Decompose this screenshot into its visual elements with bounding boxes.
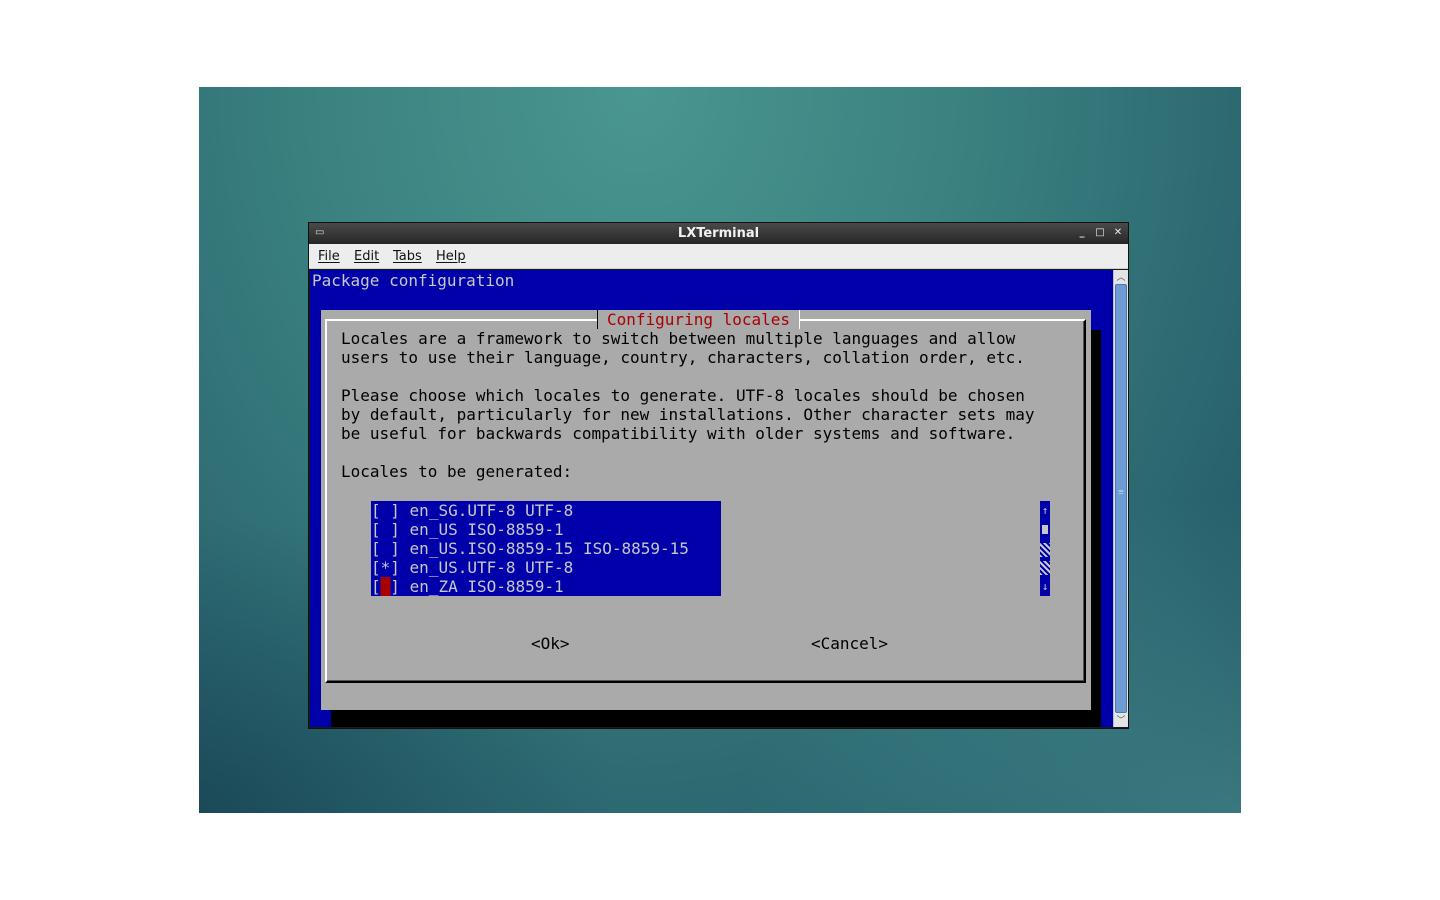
minimize-button[interactable]: _ xyxy=(1075,226,1089,240)
description-line: users to use their language, country, ch… xyxy=(341,348,1025,367)
title-bar[interactable]: ▭ LXTerminal _ □ ✕ xyxy=(309,223,1128,244)
description-line: Please choose which locales to generate.… xyxy=(341,386,1025,405)
description-line: Locales are a framework to switch betwee… xyxy=(341,329,1016,348)
lxterminal-window: ▭ LXTerminal _ □ ✕ File Edit Tabs Help P… xyxy=(308,222,1129,729)
terminal-scrollbar[interactable]: ︿ ≡ ﹀ xyxy=(1113,270,1128,727)
menu-file[interactable]: File xyxy=(318,249,340,264)
chevron-down-icon[interactable]: ﹀ xyxy=(1114,713,1128,727)
locale-item-selected[interactable]: [█] en_ZA ISO-8859-1 xyxy=(371,577,564,596)
locale-item[interactable]: [ ] en_SG.UTF-8 UTF-8 xyxy=(371,501,573,520)
dialog-shadow xyxy=(331,710,1101,727)
dialog-shadow xyxy=(1090,330,1101,710)
window-title: LXTerminal xyxy=(677,226,760,241)
locale-label: en_US ISO-8859-1 xyxy=(409,520,564,539)
maximize-button[interactable]: □ xyxy=(1093,226,1107,240)
description-line: be useful for backwards compatibility wi… xyxy=(341,424,1016,443)
menu-help[interactable]: Help xyxy=(436,249,466,264)
terminal-area[interactable]: Package configuration Configuring locale… xyxy=(310,270,1113,727)
locale-list-scrollbar[interactable]: ↑ ↓ xyxy=(1040,501,1050,596)
arrow-down-icon[interactable]: ↓ xyxy=(1040,577,1050,596)
text-cursor: █ xyxy=(380,577,391,596)
locale-label: en_ZA ISO-8859-1 xyxy=(409,577,564,596)
locale-checkbox[interactable]: [ ] xyxy=(371,501,400,520)
menu-edit[interactable]: Edit xyxy=(354,249,379,264)
scroll-position-marker xyxy=(1042,525,1048,534)
close-button[interactable]: ✕ xyxy=(1111,226,1125,240)
chevron-up-icon[interactable]: ︿ xyxy=(1114,270,1128,284)
configuring-locales-dialog: Configuring locales Locales are a framew… xyxy=(321,310,1091,710)
locale-item[interactable]: [*] en_US.UTF-8 UTF-8 xyxy=(371,558,573,577)
grip-icon: ≡ xyxy=(1118,487,1124,498)
locale-label: en_US.ISO-8859-15 ISO-8859-15 xyxy=(409,539,689,558)
locale-item[interactable]: [ ] en_US ISO-8859-1 xyxy=(371,520,564,539)
locale-label: en_US.UTF-8 UTF-8 xyxy=(409,558,574,577)
scroll-track xyxy=(1040,543,1050,557)
locale-item[interactable]: [ ] en_US.ISO-8859-15 ISO-8859-15 xyxy=(371,539,689,558)
locales-prompt: Locales to be generated: xyxy=(341,462,573,481)
menu-bar: File Edit Tabs Help xyxy=(309,244,1128,269)
locale-checkbox[interactable]: [*] xyxy=(371,558,400,577)
arrow-up-icon[interactable]: ↑ xyxy=(1040,501,1050,520)
menu-tabs[interactable]: Tabs xyxy=(393,249,422,264)
locale-checkbox[interactable]: [ ] xyxy=(371,520,400,539)
scrollbar-thumb[interactable] xyxy=(1115,284,1127,713)
dialog-title: Configuring locales xyxy=(597,310,801,329)
locale-label: en_SG.UTF-8 UTF-8 xyxy=(409,501,574,520)
scroll-track xyxy=(1040,561,1050,575)
description-line: by default, particularly for new install… xyxy=(341,405,1035,424)
locale-list[interactable]: [ ] en_SG.UTF-8 UTF-8 [ ] en_US ISO-8859… xyxy=(371,501,721,596)
package-configuration-header: Package configuration xyxy=(312,271,515,290)
ok-button[interactable]: <Ok> xyxy=(531,634,570,653)
cancel-button[interactable]: <Cancel> xyxy=(811,634,888,653)
locale-checkbox[interactable]: [ ] xyxy=(371,539,400,558)
locale-checkbox[interactable]: [█] xyxy=(371,577,400,596)
